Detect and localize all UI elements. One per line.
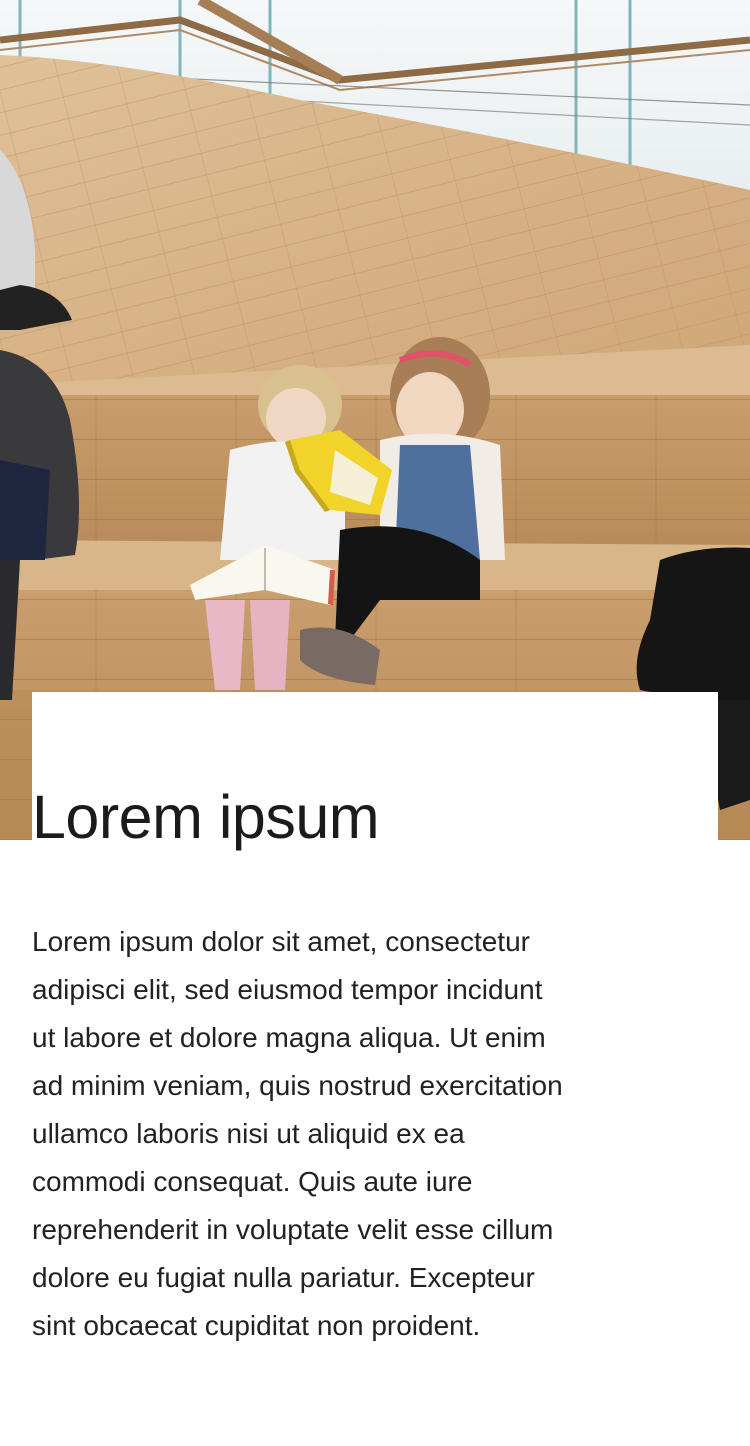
page-title: Lorem ipsum [32,783,380,851]
body-line: commodi consequat. Quis aute iure [32,1166,473,1197]
body-line: ullamco laboris nisi ut aliquid ex ea [32,1118,465,1149]
body-line: ad minim veniam, quis nostrud exercitati… [32,1070,563,1101]
article-body: Lorem ipsum dolor sit amet, consectetur … [32,918,672,1350]
body-line: ut labore et dolore magna aliqua. Ut eni… [32,1022,546,1053]
body-line: adipisci elit, sed eiusmod tempor incidu… [32,974,543,1005]
body-line: Lorem ipsum dolor sit amet, consectetur [32,926,530,957]
body-line: dolore eu fugiat nulla pariatur. Excepte… [32,1262,535,1293]
body-line: sint obcaecat cupiditat non proident. [32,1310,481,1341]
body-line: reprehenderit in voluptate velit esse ci… [32,1214,554,1245]
